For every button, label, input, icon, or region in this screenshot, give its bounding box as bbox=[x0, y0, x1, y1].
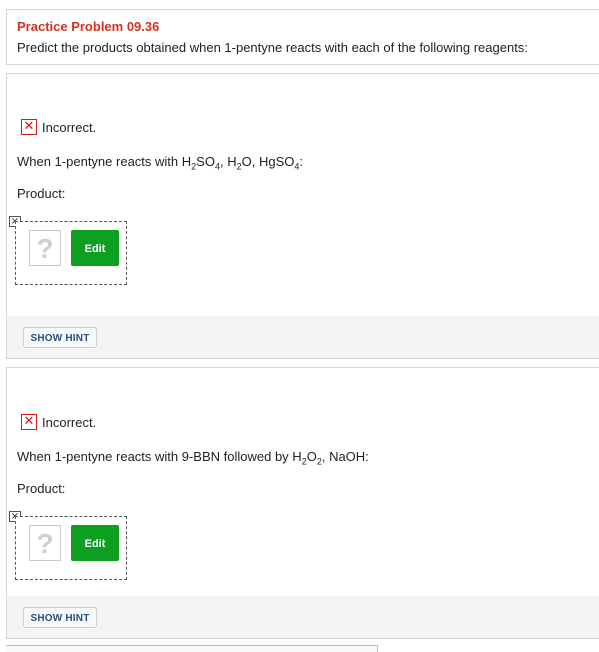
question-text: When 1-pentyne reacts with 9-BBN followe… bbox=[17, 449, 369, 467]
edit-button[interactable]: Edit bbox=[71, 525, 119, 561]
show-hint-button[interactable]: SHOW HINT bbox=[23, 607, 97, 628]
structure-drawing-box[interactable]: ? Edit bbox=[15, 221, 127, 285]
problem-title: Practice Problem 09.36 bbox=[17, 19, 160, 34]
question-text: When 1-pentyne reacts with H2SO4, H2O, H… bbox=[17, 154, 303, 172]
question-part-2: ✕ Incorrect. When 1-pentyne reacts with … bbox=[6, 367, 599, 639]
x-mark-icon: ✕ bbox=[21, 414, 37, 430]
status-text: Incorrect. bbox=[42, 119, 97, 135]
problem-header: Practice Problem 09.36 Predict the produ… bbox=[6, 9, 599, 65]
status-incorrect: ✕ Incorrect. bbox=[21, 414, 96, 430]
product-label: Product: bbox=[17, 186, 66, 201]
problem-instructions: Predict the products obtained when 1-pen… bbox=[17, 40, 528, 55]
answer-area: ✕ Incorrect. When 1-pentyne reacts with … bbox=[7, 368, 599, 596]
empty-structure-placeholder: ? bbox=[29, 525, 61, 561]
cut-off-footer bbox=[6, 645, 378, 652]
answer-area: ✕ Incorrect. When 1-pentyne reacts with … bbox=[7, 74, 599, 316]
structure-drawing-box[interactable]: ? Edit bbox=[15, 516, 127, 580]
status-text: Incorrect. bbox=[42, 414, 97, 430]
product-label: Product: bbox=[17, 481, 66, 496]
question-part-1: ✕ Incorrect. When 1-pentyne reacts with … bbox=[6, 73, 599, 359]
status-incorrect: ✕ Incorrect. bbox=[21, 119, 96, 135]
show-hint-button[interactable]: SHOW HINT bbox=[23, 327, 97, 348]
edit-button[interactable]: Edit bbox=[71, 230, 119, 266]
x-mark-icon: ✕ bbox=[21, 119, 37, 135]
empty-structure-placeholder: ? bbox=[29, 230, 61, 266]
